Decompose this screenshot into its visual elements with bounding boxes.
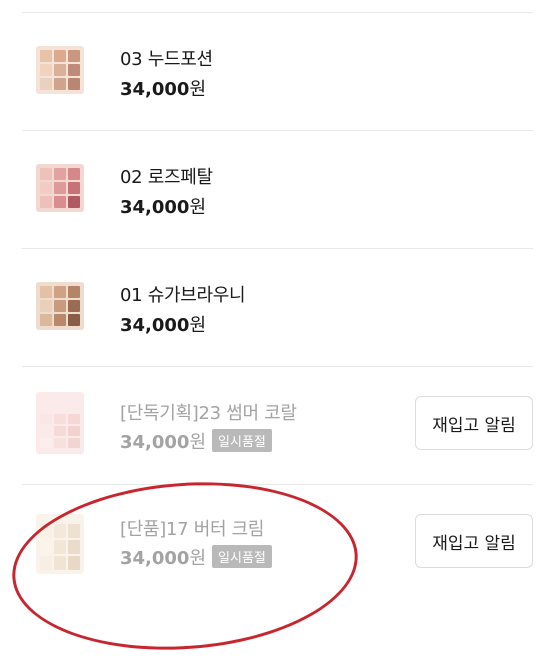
product-thumbnail	[36, 282, 84, 330]
price-currency: 원	[189, 548, 207, 569]
price-currency: 원	[189, 197, 207, 218]
color-swatch	[40, 182, 52, 194]
palette-swatches	[40, 286, 80, 326]
color-swatch	[68, 286, 80, 298]
color-swatch	[40, 438, 52, 448]
sold-out-badge: 일시품절	[212, 429, 272, 452]
color-swatch	[54, 438, 66, 448]
restock-alert-button[interactable]: 재입고 알림	[415, 514, 533, 568]
product-row[interactable]: [단독기획]23 썸머 코랄 34,000원 일시품절 재입고 알림	[0, 366, 555, 484]
product-thumbnail	[36, 46, 84, 94]
color-swatch	[40, 78, 52, 90]
color-swatch	[54, 414, 66, 424]
product-name: [단품]17 버터 크림	[120, 519, 265, 540]
palette-swatches	[40, 168, 80, 208]
color-swatch	[54, 426, 66, 436]
color-swatch	[40, 50, 52, 62]
product-name: 03 누드포션	[120, 49, 213, 70]
price-currency: 원	[189, 315, 207, 336]
price-amount: 34,000	[120, 315, 190, 336]
product-row[interactable]: 01 슈가브라우니 34,000원	[0, 248, 555, 366]
color-swatch	[54, 64, 66, 76]
color-swatch	[40, 426, 52, 436]
color-swatch	[40, 64, 52, 76]
color-swatch	[40, 168, 52, 180]
color-swatch	[40, 524, 52, 538]
color-swatch	[54, 300, 66, 312]
sold-out-badge: 일시품절	[212, 545, 272, 568]
color-swatch	[68, 314, 80, 326]
color-swatch	[40, 556, 52, 570]
color-swatch	[54, 524, 66, 538]
color-swatch	[54, 182, 66, 194]
color-swatch	[68, 168, 80, 180]
product-price: 34,000원	[120, 75, 206, 101]
color-swatch	[68, 196, 80, 208]
color-swatch	[54, 50, 66, 62]
color-swatch	[68, 426, 80, 436]
color-swatch	[40, 286, 52, 298]
color-swatch	[40, 414, 52, 424]
price-amount: 34,000	[120, 79, 190, 100]
product-row[interactable]: 02 로즈페탈 34,000원	[0, 130, 555, 248]
restock-alert-button[interactable]: 재입고 알림	[415, 396, 533, 450]
product-name: 01 슈가브라우니	[120, 285, 246, 306]
price-amount: 34,000	[120, 432, 190, 453]
color-swatch	[40, 314, 52, 326]
color-swatch	[54, 286, 66, 298]
color-swatch	[68, 524, 80, 538]
product-row[interactable]: [단품]17 버터 크림 34,000원 일시품절 재입고 알림	[0, 484, 555, 602]
color-swatch	[54, 168, 66, 180]
product-name: [단독기획]23 썸머 코랄	[120, 403, 297, 424]
color-swatch	[54, 314, 66, 326]
color-swatch	[54, 540, 66, 554]
product-thumbnail	[36, 392, 84, 454]
product-price: 34,000원	[120, 311, 206, 337]
color-swatch	[54, 556, 66, 570]
price-amount: 34,000	[120, 197, 190, 218]
color-swatch	[68, 540, 80, 554]
color-swatch	[68, 300, 80, 312]
product-name: 02 로즈페탈	[120, 167, 213, 188]
product-thumbnail	[36, 514, 84, 574]
palette-swatches	[40, 414, 80, 448]
product-thumbnail	[36, 164, 84, 212]
color-swatch	[54, 196, 66, 208]
color-swatch	[68, 64, 80, 76]
product-price: 34,000원	[120, 193, 206, 219]
price-amount: 34,000	[120, 548, 190, 569]
palette-swatches	[40, 524, 80, 570]
color-swatch	[68, 78, 80, 90]
price-currency: 원	[189, 79, 207, 100]
color-swatch	[40, 196, 52, 208]
product-row[interactable]: 03 누드포션 34,000원	[0, 12, 555, 130]
color-swatch	[68, 182, 80, 194]
palette-swatches	[40, 50, 80, 90]
color-swatch	[40, 300, 52, 312]
color-swatch	[54, 78, 66, 90]
color-swatch	[40, 540, 52, 554]
product-price: 34,000원 일시품절	[120, 544, 272, 570]
color-swatch	[68, 438, 80, 448]
product-price: 34,000원 일시품절	[120, 428, 272, 454]
price-currency: 원	[189, 432, 207, 453]
color-swatch	[68, 414, 80, 424]
color-swatch	[68, 556, 80, 570]
color-swatch	[68, 50, 80, 62]
